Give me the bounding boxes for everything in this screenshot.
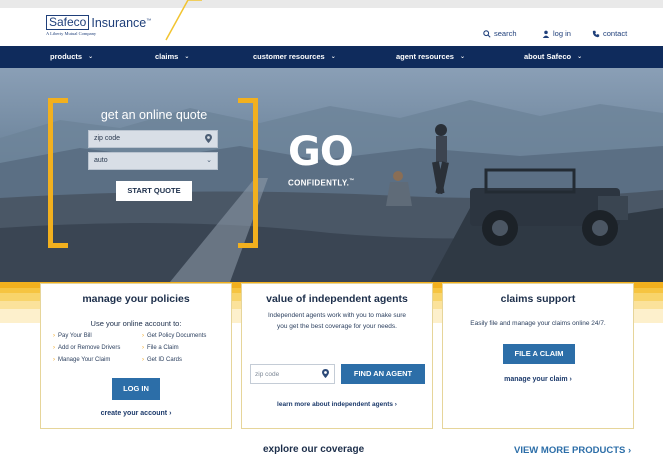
view-more-products-link[interactable]: VIEW MORE PRODUCTS ›	[514, 445, 631, 456]
chevron-right-icon: ›	[142, 357, 144, 363]
agents-description-line1: Independent agents work with you to make…	[267, 312, 407, 319]
claims-support-card: claims support Easily file and manage yo…	[442, 283, 634, 429]
pay-bill-link[interactable]: › Pay Your Bill	[53, 333, 92, 339]
claims-description: Easily file and manage your claims onlin…	[470, 320, 606, 327]
chevron-down-icon: ⌄	[330, 54, 336, 60]
login-label: log in	[553, 29, 571, 38]
user-icon	[542, 30, 550, 38]
hero-photo	[0, 100, 663, 282]
chevron-right-icon: ›	[142, 333, 144, 339]
site-header: Safeco Insurance™ A Liberty Mutual Compa…	[0, 8, 663, 44]
go-headline: GO	[288, 129, 354, 175]
nav-customer-resources-label: customer resources	[253, 52, 325, 61]
quote-bracket-right	[238, 98, 258, 248]
product-select-value: auto	[94, 157, 108, 164]
chevron-right-icon: ›	[53, 333, 55, 339]
chevron-right-icon: ›	[142, 345, 144, 351]
manage-policies-title: manage your policies	[82, 293, 190, 305]
contact-label: contact	[603, 29, 628, 38]
nav-about-safeco[interactable]: about Safeco ⌄	[524, 52, 582, 61]
nav-products[interactable]: products ⌄	[50, 52, 93, 61]
go-subheadline: CONFIDENTLY.™	[288, 178, 355, 188]
nav-agent-resources[interactable]: agent resources ⌄	[396, 52, 465, 61]
zip-code-input[interactable]: zip code	[88, 130, 218, 148]
chevron-down-icon: ⌄	[88, 54, 94, 60]
nav-agent-resources-label: agent resources	[396, 52, 454, 61]
agent-zip-input[interactable]: zip code	[250, 364, 335, 384]
get-policy-documents-link[interactable]: › Get Policy Documents	[142, 333, 206, 339]
start-quote-button[interactable]: START QUOTE	[116, 181, 192, 201]
login-button[interactable]: LOG IN	[112, 378, 160, 400]
location-pin-icon	[322, 369, 329, 380]
independent-agents-title: value of independent agents	[266, 293, 408, 305]
product-select[interactable]: auto ⌄	[88, 152, 218, 170]
add-remove-drivers-link[interactable]: › Add or Remove Drivers	[53, 345, 120, 351]
safeco-logo[interactable]: Safeco Insurance™ A Liberty Mutual Compa…	[46, 15, 151, 36]
search-icon	[483, 29, 491, 38]
nav-products-label: products	[50, 52, 83, 61]
explore-coverage-heading: explore our coverage	[263, 444, 365, 455]
agent-zip-placeholder: zip code	[255, 371, 280, 378]
search-link[interactable]: search	[483, 29, 517, 38]
manage-claim-link[interactable]: › Manage Your Claim	[53, 357, 110, 363]
nav-claims[interactable]: claims ⌄	[155, 52, 189, 61]
logo-box: Safeco	[46, 15, 90, 31]
agents-description-line2: you get the best coverage for your needs…	[277, 323, 397, 330]
login-link[interactable]: log in	[542, 29, 571, 38]
nav-about-safeco-label: about Safeco	[524, 52, 572, 61]
file-claim-link[interactable]: › File a Claim	[142, 345, 179, 351]
create-account-link[interactable]: create your account ›	[41, 410, 231, 417]
independent-agents-card: value of independent agents Independent …	[241, 283, 433, 429]
hero-banner	[0, 68, 663, 282]
chevron-right-icon: ›	[53, 357, 55, 363]
main-nav: products ⌄ claims ⌄ customer resources ⌄ ag…	[0, 46, 663, 68]
nav-customer-resources[interactable]: customer resources ⌄	[253, 52, 336, 61]
quote-title: get an online quote	[100, 108, 208, 122]
logo-text: Insurance™	[91, 16, 152, 31]
claims-support-title: claims support	[500, 293, 576, 305]
manage-claim-support-link[interactable]: manage your claim ›	[443, 376, 633, 383]
learn-more-agents-link[interactable]: learn more about independent agents ›	[242, 401, 432, 408]
location-pin-icon	[205, 134, 212, 145]
top-band	[0, 0, 663, 8]
chevron-down-icon: ⌄	[184, 54, 190, 60]
logo-tagline: A Liberty Mutual Company	[46, 31, 97, 37]
manage-policies-card: manage your policies Use your online acc…	[40, 283, 232, 429]
chevron-down-icon: ⌄	[577, 54, 583, 60]
chevron-right-icon: ›	[53, 345, 55, 351]
zip-code-placeholder: zip code	[94, 135, 121, 142]
search-label: search	[494, 29, 517, 38]
quote-bracket-left	[48, 98, 68, 248]
contact-link[interactable]: contact	[592, 29, 627, 38]
phone-icon	[592, 30, 600, 37]
find-agent-button[interactable]: FIND AN AGENT	[341, 364, 425, 384]
get-id-cards-link[interactable]: › Get ID Cards	[142, 357, 182, 363]
file-claim-button[interactable]: FILE A CLAIM	[503, 344, 575, 364]
manage-policies-subtitle: Use your online account to:	[90, 319, 182, 328]
chevron-down-icon: ⌄	[206, 157, 212, 164]
nav-claims-label: claims	[155, 52, 179, 61]
chevron-down-icon: ⌄	[459, 54, 465, 60]
